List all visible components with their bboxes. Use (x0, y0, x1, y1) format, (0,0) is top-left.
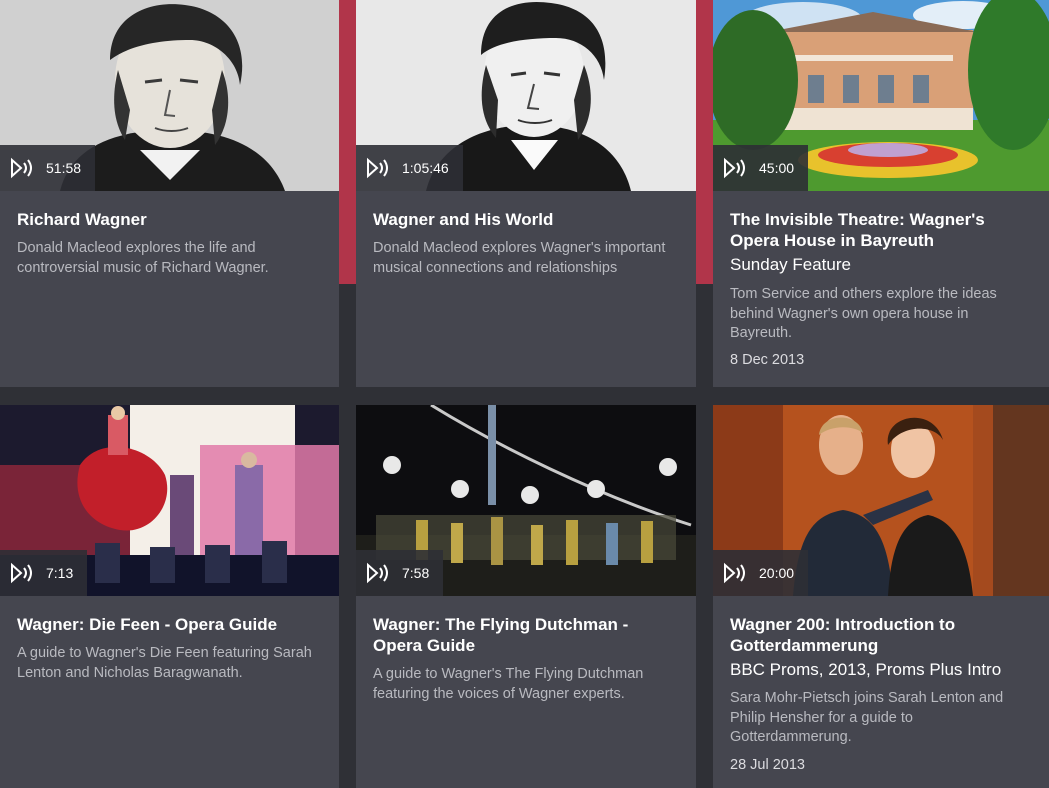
programme-thumbnail[interactable]: 1:05:46 (356, 0, 696, 191)
duration-badge: 7:58 (356, 550, 444, 596)
duration-text: 45:00 (759, 160, 795, 176)
programme-title[interactable]: The Invisible Theatre: Wagner's Opera Ho… (730, 209, 1033, 251)
programme-thumbnail[interactable]: 7:58 (356, 405, 696, 596)
programme-title[interactable]: Richard Wagner (17, 209, 323, 230)
audio-play-icon (367, 157, 388, 179)
programme-description: Sara Mohr-Pietsch joins Sarah Lenton and… (730, 690, 1004, 745)
programme-description: Tom Service and others explore the ideas… (730, 286, 997, 341)
duration-text: 7:58 (402, 565, 430, 581)
programme-series[interactable]: BBC Proms, 2013, Proms Plus Intro (730, 659, 1033, 680)
duration-badge: 20:00 (713, 550, 809, 596)
programme-card-wagner-and-his-world[interactable]: 1:05:46 Wagner and His World Donald Macl… (356, 0, 696, 387)
programme-card-wagner-200[interactable]: 20:00 Wagner 200: Introduction to Gotter… (713, 405, 1049, 788)
duration-text: 7:13 (46, 565, 74, 581)
audio-play-icon (367, 562, 388, 584)
programme-title[interactable]: Wagner: Die Feen - Opera Guide (17, 614, 323, 635)
programme-thumbnail[interactable]: 51:58 (0, 0, 339, 191)
duration-text: 51:58 (46, 160, 82, 176)
programme-description: Donald Macleod explores the life and con… (17, 240, 269, 276)
duration-text: 20:00 (759, 565, 795, 581)
accent-bar (339, 0, 356, 284)
duration-badge: 45:00 (713, 145, 809, 191)
programme-card-die-feen[interactable]: 7:13 Wagner: Die Feen - Opera Guide A gu… (0, 405, 339, 788)
audio-play-icon (11, 157, 32, 179)
broadcast-date: 28 Jul 2013 (730, 757, 805, 773)
programme-title[interactable]: Wagner 200: Introduction to Gotterdammer… (730, 614, 1033, 656)
duration-badge: 1:05:46 (356, 145, 463, 191)
audio-play-icon (724, 157, 745, 179)
programme-title[interactable]: Wagner and His World (373, 209, 680, 230)
programme-thumbnail[interactable]: 7:13 (0, 405, 339, 596)
programme-description: A guide to Wagner's Die Feen featuring S… (17, 645, 312, 681)
accent-bar (696, 0, 713, 284)
programme-title[interactable]: Wagner: The Flying Dutchman - Opera Guid… (373, 614, 680, 656)
programme-description: Donald Macleod explores Wagner's importa… (373, 240, 666, 276)
programme-card-richard-wagner[interactable]: 51:58 Richard Wagner Donald Macleod expl… (0, 0, 339, 387)
broadcast-date: 8 Dec 2013 (730, 352, 805, 368)
duration-badge: 7:13 (0, 550, 88, 596)
programme-series[interactable]: Sunday Feature (730, 254, 1033, 275)
duration-text: 1:05:46 (402, 160, 449, 176)
audio-play-icon (724, 562, 745, 584)
duration-badge: 51:58 (0, 145, 96, 191)
audio-play-icon (11, 562, 32, 584)
programme-thumbnail[interactable]: 20:00 (713, 405, 1049, 596)
programme-card-invisible-theatre[interactable]: 45:00 The Invisible Theatre: Wagner's Op… (713, 0, 1049, 387)
programme-card-flying-dutchman[interactable]: 7:58 Wagner: The Flying Dutchman - Opera… (356, 405, 696, 788)
programme-description: A guide to Wagner's The Flying Dutchman … (373, 666, 644, 702)
programme-thumbnail[interactable]: 45:00 (713, 0, 1049, 191)
